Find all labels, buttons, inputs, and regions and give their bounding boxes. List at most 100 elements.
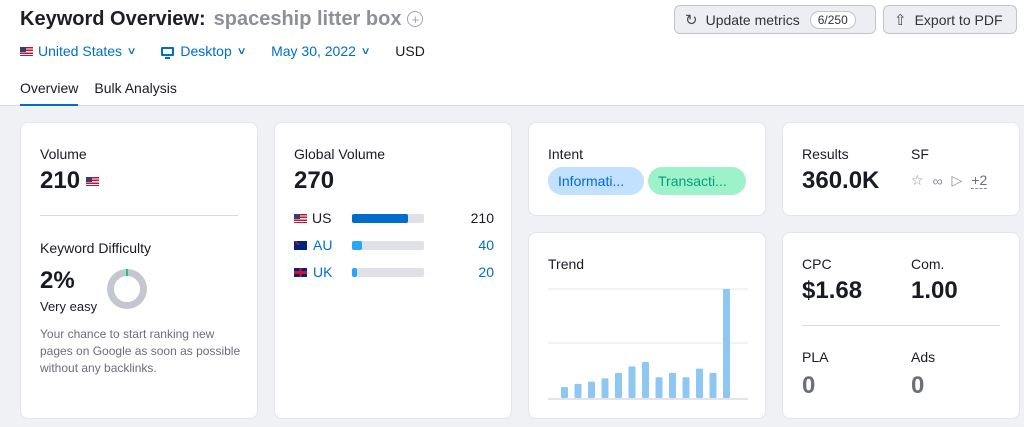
divider <box>802 325 1000 326</box>
trend-bar[interactable] <box>615 372 622 398</box>
country-bar <box>352 213 424 223</box>
chevron-down-icon: ∨ <box>360 45 371 57</box>
global-volume-card: Global Volume 270 US 210 AU 40 UK 20 <box>274 122 512 419</box>
keyword-title: spaceship litter box <box>213 7 402 30</box>
update-metrics-badge: 6/250 <box>809 10 856 29</box>
chevron-down-icon: ∨ <box>236 45 247 57</box>
tab-bar: Overview Bulk Analysis <box>20 80 193 106</box>
filter-bar: United States ∨ Desktop ∨ May 30, 2022 ∨… <box>20 40 451 62</box>
intent-chip-transactional[interactable]: Transacti... <box>648 167 746 195</box>
intent-label: Intent <box>548 146 584 162</box>
country-bar-fill <box>352 267 358 277</box>
top-bar: Keyword Overview: spaceship litter box +… <box>0 0 1024 106</box>
kd-gauge-fill <box>126 269 128 276</box>
competition-value: 1.00 <box>911 277 958 304</box>
country-value: 210 <box>470 210 494 226</box>
tab-bulk-analysis[interactable]: Bulk Analysis <box>94 80 176 106</box>
sf-more-link[interactable]: +2 <box>971 172 988 189</box>
kd-gauge <box>107 269 147 309</box>
country-bar <box>352 267 424 277</box>
country-code: US <box>312 210 332 226</box>
results-label: Results <box>802 146 849 162</box>
refresh-icon: ↻ <box>685 11 698 29</box>
kd-description: Your chance to start ranking new pages o… <box>40 327 241 375</box>
trend-bar[interactable] <box>709 372 717 398</box>
update-metrics-button[interactable]: ↻ Update metrics 6/250 <box>674 5 876 34</box>
desktop-icon <box>161 46 175 59</box>
export-icon: ⇧ <box>894 11 907 29</box>
volume-value-row: 210 <box>40 167 104 195</box>
chevron-down-icon: ∨ <box>126 45 137 57</box>
trend-bar[interactable] <box>669 372 676 398</box>
trend-label: Trend <box>548 256 585 272</box>
country-row-us: US 210 <box>294 210 494 226</box>
country-value: 20 <box>478 264 494 280</box>
pla-label: PLA <box>802 349 829 365</box>
export-pdf-button[interactable]: ⇧ Export to PDF <box>883 5 1017 34</box>
trend-bar[interactable] <box>642 362 649 398</box>
kd-rating: Very easy <box>40 299 98 314</box>
intent-card: Intent Informati... Transacti... <box>528 122 766 216</box>
tab-overview[interactable]: Overview <box>20 80 79 106</box>
pla-value: 0 <box>802 372 816 399</box>
country-row-uk[interactable]: UK 20 <box>294 264 494 280</box>
page-title: Keyword Overview: <box>20 7 206 30</box>
country-value: 40 <box>478 237 494 253</box>
country-label: United States <box>38 43 123 59</box>
volume-card: Volume 210 Keyword Difficulty 2% Very ea… <box>20 122 258 419</box>
trend-bar[interactable] <box>561 387 568 398</box>
trend-bar[interactable] <box>574 383 582 398</box>
us-flag-icon <box>294 213 307 223</box>
page-title-row: Keyword Overview: spaceship litter box + <box>20 6 424 32</box>
divider <box>40 215 238 216</box>
country-bar-fill <box>352 240 363 250</box>
au-flag-icon <box>294 240 307 250</box>
cpc-label: CPC <box>802 256 832 272</box>
global-volume-value: 270 <box>294 167 335 194</box>
video-icon[interactable]: ▷ <box>952 172 963 189</box>
trend-bar[interactable] <box>723 289 730 398</box>
date-label: May 30, 2022 <box>271 43 356 59</box>
volume-value: 210 <box>40 167 81 194</box>
sf-label: SF <box>911 146 929 162</box>
add-keyword-icon[interactable]: + <box>407 11 424 27</box>
country-row-au[interactable]: AU 40 <box>294 237 494 253</box>
results-value: 360.0K <box>802 167 880 194</box>
uk-flag-icon <box>294 267 307 277</box>
trend-bar[interactable] <box>588 381 595 398</box>
trend-bar[interactable] <box>682 377 690 398</box>
country-bar <box>352 240 424 250</box>
country-code: UK <box>313 264 333 280</box>
export-pdf-label: Export to PDF <box>914 11 1003 28</box>
trend-chart <box>548 288 748 400</box>
us-flag-icon <box>20 46 33 56</box>
trend-bar[interactable] <box>655 377 663 398</box>
ads-label: Ads <box>911 349 936 365</box>
competition-label: Com. <box>911 256 945 272</box>
link-icon[interactable]: ∞ <box>933 173 943 189</box>
ads-value: 0 <box>911 372 925 399</box>
sf-icons: ☆ ∞ ▷ +2 <box>911 172 996 189</box>
cpc-value: $1.68 <box>802 277 863 304</box>
trend-bar[interactable] <box>628 366 636 398</box>
results-card: Results 360.0K SF ☆ ∞ ▷ +2 <box>782 122 1020 216</box>
trend-bar[interactable] <box>601 378 609 398</box>
country-dropdown[interactable]: United States ∨ <box>20 43 137 59</box>
device-dropdown[interactable]: Desktop ∨ <box>161 43 247 59</box>
global-volume-label: Global Volume <box>294 146 386 162</box>
cpc-card: CPC $1.68 Com. 1.00 PLA 0 Ads 0 <box>782 232 1020 419</box>
country-code: AU <box>313 237 333 253</box>
device-label: Desktop <box>180 43 232 59</box>
update-metrics-label: Update metrics <box>705 11 800 28</box>
country-bar-fill <box>352 213 409 223</box>
trend-card: Trend <box>528 232 766 419</box>
kd-label: Keyword Difficulty <box>40 240 152 256</box>
volume-label: Volume <box>40 146 87 162</box>
us-flag-icon <box>86 176 100 186</box>
kd-value: 2% <box>40 267 75 294</box>
trend-bar[interactable] <box>696 368 703 398</box>
star-icon[interactable]: ☆ <box>911 172 924 189</box>
date-dropdown[interactable]: May 30, 2022 ∨ <box>271 43 371 59</box>
intent-chip-informational[interactable]: Informati... <box>548 167 644 195</box>
currency-label: USD <box>395 43 425 59</box>
